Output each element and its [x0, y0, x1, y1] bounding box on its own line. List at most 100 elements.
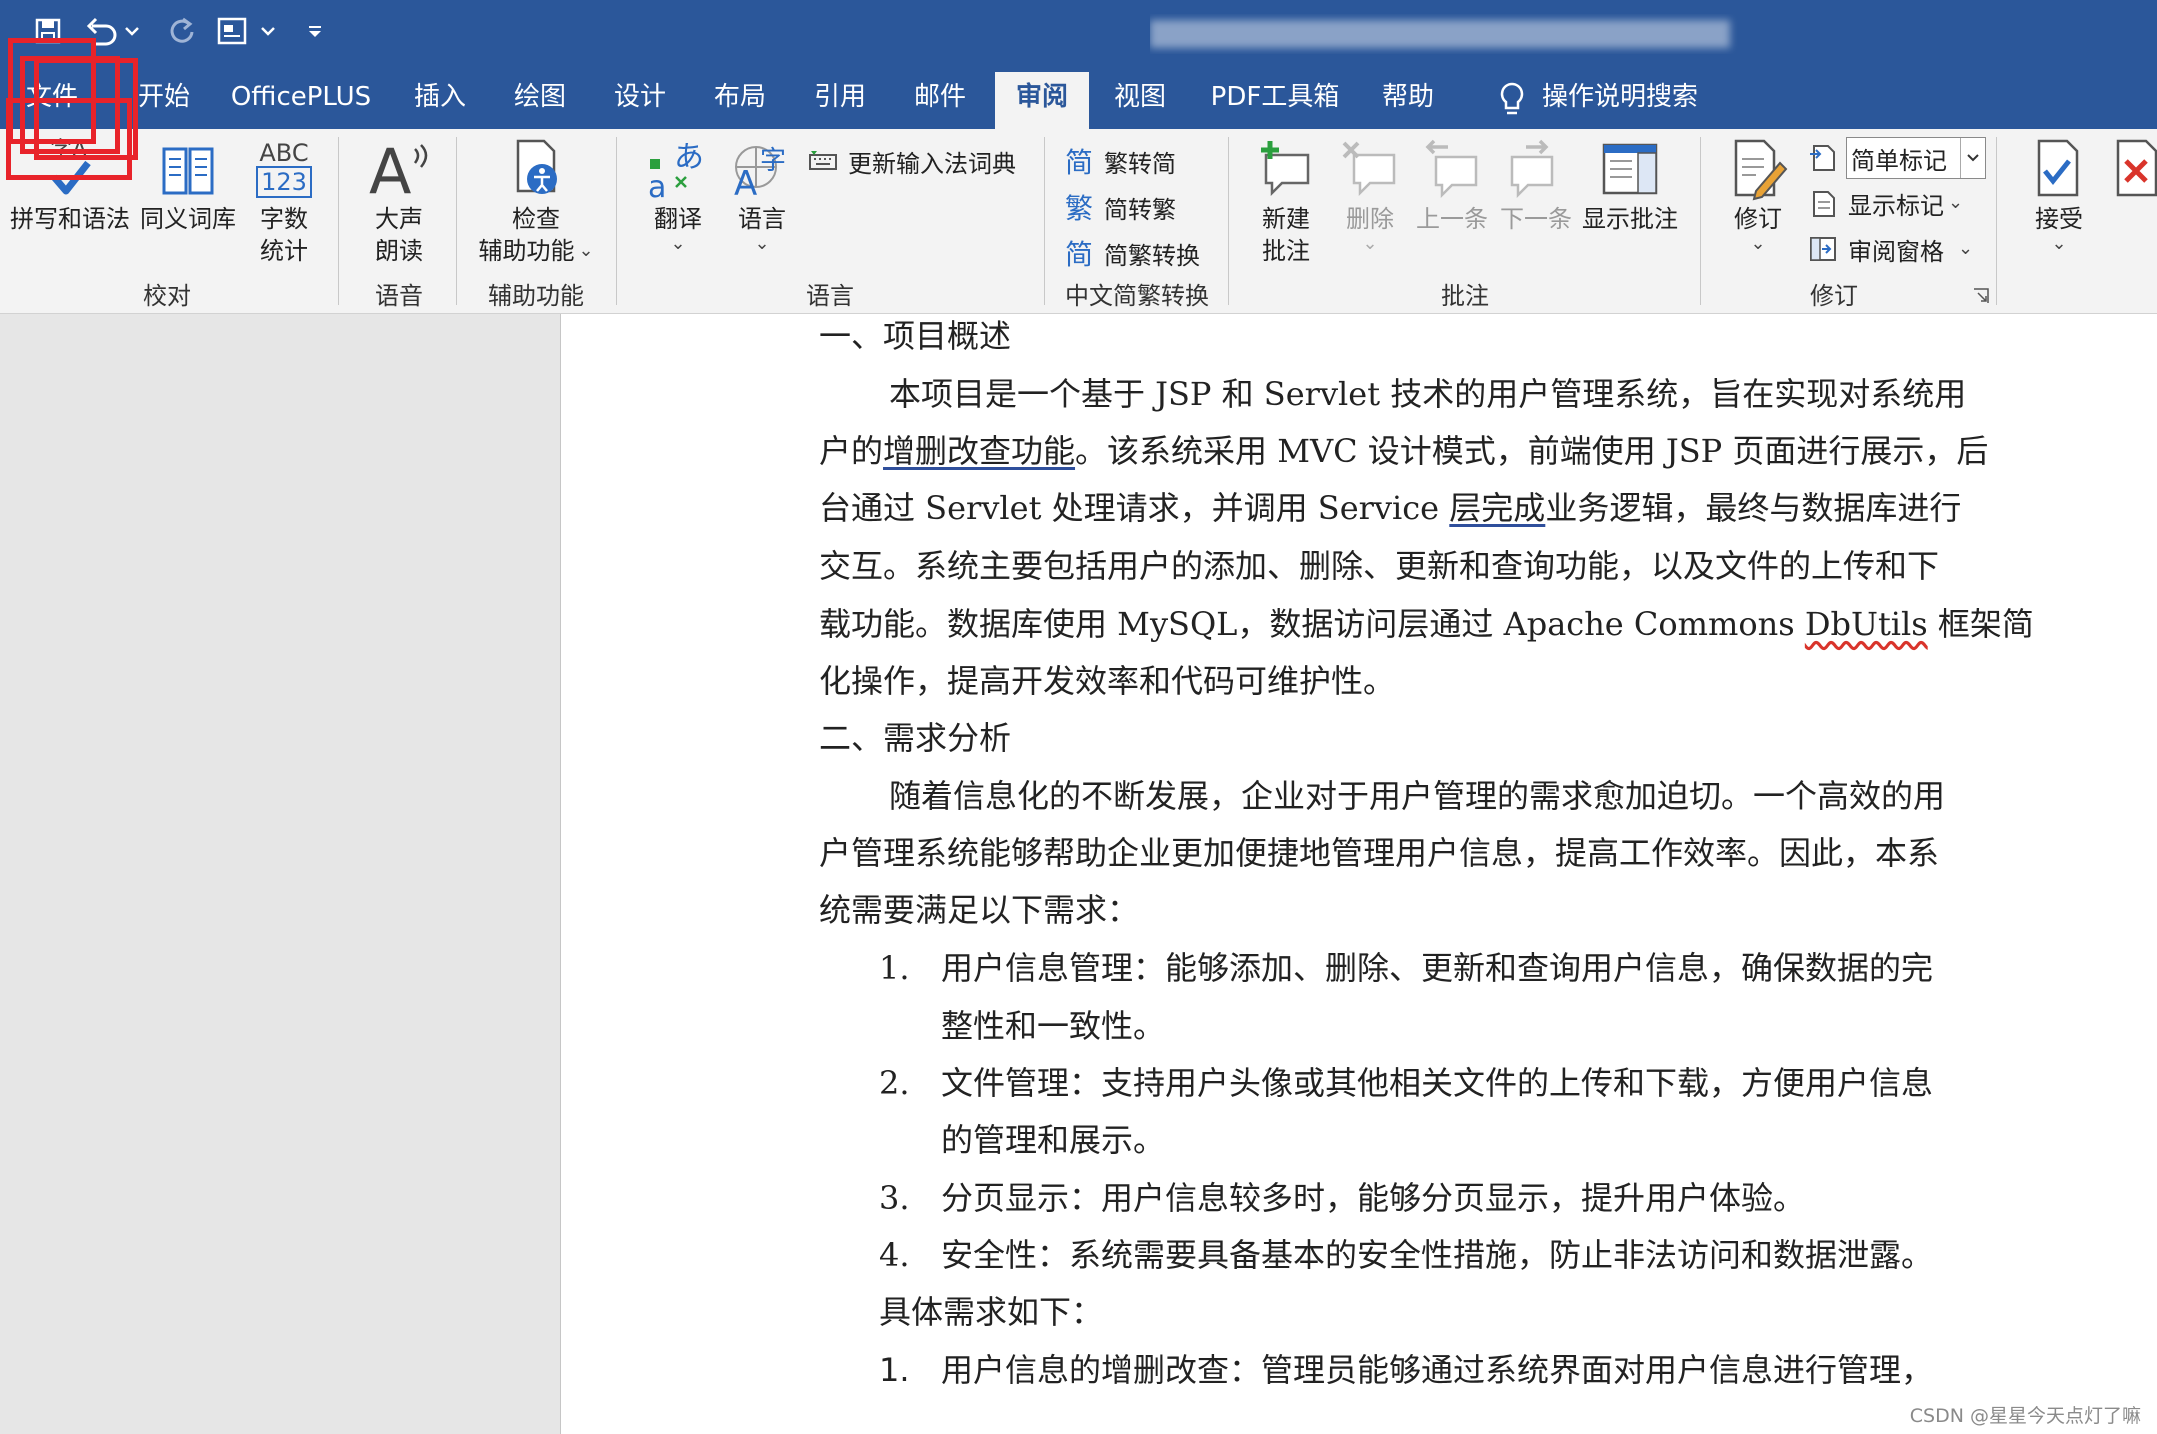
track-label: 修订	[1734, 205, 1782, 233]
chevron-down-icon: ⌄	[1750, 233, 1766, 254]
next-label: 下一条	[1500, 205, 1572, 233]
spelling-error-text[interactable]: DbUtils	[1805, 605, 1928, 643]
word-count-icon-123: 123	[256, 166, 312, 198]
accept-label: 接受	[2035, 205, 2083, 233]
simplified-to-traditional-button[interactable]: 繁 简转繁	[1062, 187, 1176, 227]
svg-text:A: A	[369, 137, 411, 201]
update-ime-dictionary-button[interactable]: 更新输入法词典	[806, 141, 1016, 181]
document-canvas[interactable]: 一、项目概述 本项目是一个基于 JSP 和 Servlet 技术的用户管理系统，…	[0, 314, 2157, 1434]
tab-officeplus[interactable]: OfficePLUS	[226, 72, 376, 129]
accept-button[interactable]: 接受 ⌄	[2014, 135, 2104, 253]
paragraph-line: 统需要满足以下需求：	[819, 891, 1140, 929]
chinese-conversion-button[interactable]: 简 简繁转换	[1062, 233, 1200, 273]
reject-icon	[2108, 135, 2157, 203]
tab-review[interactable]: 审阅	[995, 72, 1089, 129]
check-label-2: 辅助功能	[478, 237, 575, 265]
dialog-launcher-icon[interactable]	[1972, 287, 1990, 305]
show-markup-label: 显示标记	[1848, 191, 1944, 220]
tab-insert[interactable]: 插入	[398, 72, 482, 129]
previous-label: 上一条	[1416, 205, 1488, 233]
next-comment-button[interactable]: 下一条	[1494, 135, 1578, 235]
list-item-line: 用户信息的增删改查：管理员能够通过系统界面对用户信息进行管理，	[941, 1351, 1934, 1389]
svg-text:a: a	[648, 170, 666, 201]
paragraph-line: 户管理系统能够帮助企业更加便捷地管理用户信息，提高工作效率。因此，本系	[819, 834, 1940, 872]
group-chinese-conversion: 中文简繁转换	[1065, 282, 1209, 310]
tab-design[interactable]: 设计	[598, 72, 682, 129]
chevron-down-icon: ⌄	[2051, 233, 2067, 254]
convert-label: 简繁转换	[1104, 241, 1200, 270]
reviewing-pane-button[interactable]: 审阅窗格 ⌄	[1806, 229, 1973, 269]
translate-label: 翻译	[654, 205, 702, 233]
ribbon: 字A 拼写和语法 同义词库 ABC 123 字数 统计 校对 A 大声 朗读 语…	[0, 129, 2157, 314]
tell-me-search[interactable]: 操作说明搜索	[1540, 72, 1700, 129]
svg-text:A: A	[734, 164, 757, 201]
new-comment-label-1: 新建	[1262, 205, 1310, 233]
annotation-highlight-box	[6, 98, 132, 180]
list-number: 1.	[879, 1351, 910, 1389]
tab-view[interactable]: 视图	[1098, 72, 1182, 129]
chevron-down-icon	[1960, 138, 1985, 178]
language-globe-icon: A字	[730, 135, 794, 203]
traditional-to-simplified-button[interactable]: 简 繁转简	[1062, 141, 1176, 181]
customize-icon[interactable]	[302, 8, 328, 54]
list-item-line: 文件管理：支持用户头像或其他相关文件的上传和下载，方便用户信息	[941, 1064, 1934, 1102]
tab-pdf-tools[interactable]: PDF工具箱	[1200, 72, 1350, 129]
word-count-button[interactable]: ABC 123 字数 统计	[240, 135, 328, 267]
document-page[interactable]: 一、项目概述 本项目是一个基于 JSP 和 Servlet 技术的用户管理系统，…	[560, 314, 2157, 1434]
group-separator	[1996, 137, 1997, 305]
check-accessibility-button[interactable]: 检查 辅助功能 ⌄	[466, 135, 606, 267]
show-markup-button[interactable]: 显示标记 ⌄	[1806, 183, 1963, 223]
show-comments-button[interactable]: 显示批注	[1578, 135, 1682, 235]
thesaurus-button[interactable]: 同义词库	[136, 135, 240, 235]
text-run: 台通过 Servlet 处理请求，并调用 Service	[819, 489, 1450, 527]
tab-mailings[interactable]: 邮件	[898, 72, 982, 129]
show-markup-icon	[1806, 186, 1840, 220]
chevron-down-icon: ⌄	[1362, 233, 1378, 254]
markup-select[interactable]: 简单标记	[1846, 137, 1986, 179]
group-separator	[1044, 137, 1045, 305]
read-aloud-icon: A	[367, 135, 431, 203]
new-comment-button[interactable]: 新建 批注	[1244, 135, 1328, 267]
track-changes-icon	[1728, 135, 1788, 203]
list-item-line: 安全性：系统需要具备基本的安全性措施，防止非法访问和数据泄露。	[941, 1236, 1934, 1274]
group-speech: 语音	[375, 282, 423, 310]
paragraph-line: 台通过 Servlet 处理请求，并调用 Service 层完成业务逻辑，最终与…	[819, 486, 1961, 530]
traditional-to-simplified-icon: 简	[1064, 146, 1093, 179]
tab-draw[interactable]: 绘图	[498, 72, 582, 129]
markup-select-value: 简单标记	[1851, 146, 1947, 175]
tab-layout[interactable]: 布局	[698, 72, 782, 129]
heading-project-overview: 一、项目概述	[819, 317, 1012, 355]
text-run: 业务逻辑，最终与数据库进行	[1545, 489, 1962, 527]
language-button[interactable]: A字 语言 ⌄	[720, 135, 804, 253]
list-item-line: 用户信息管理：能够添加、删除、更新和查询用户信息，确保数据的完	[941, 949, 1934, 987]
update-ime-label: 更新输入法词典	[848, 149, 1016, 178]
delete-comment-button[interactable]: 删除 ⌄	[1328, 135, 1412, 253]
previous-comment-button[interactable]: 上一条	[1410, 135, 1494, 235]
chevron-down-icon: ⌄	[1948, 192, 1964, 213]
word-count-label-1: 字数	[260, 205, 308, 233]
read-mode-icon[interactable]	[214, 8, 282, 54]
revision-underline-text[interactable]: 增删改查功能	[883, 432, 1075, 470]
translate-button[interactable]: aあ 翻译 ⌄	[636, 135, 720, 253]
read-aloud-label-2: 朗读	[375, 237, 423, 265]
read-aloud-button[interactable]: A 大声 朗读	[350, 135, 448, 267]
paragraph-line: 本项目是一个基于 JSP 和 Servlet 技术的用户管理系统，旨在实现对系统…	[889, 375, 1967, 413]
list-item-line: 分页显示：用户信息较多时，能够分页显示，提升用户体验。	[941, 1179, 1806, 1217]
tab-help[interactable]: 帮助	[1366, 72, 1450, 129]
accessibility-check-icon	[506, 135, 566, 203]
track-changes-button[interactable]: 修订 ⌄	[1716, 135, 1800, 253]
new-comment-label-2: 批注	[1262, 237, 1310, 265]
lightbulb-icon[interactable]	[1488, 72, 1536, 129]
thesaurus-book-icon	[158, 135, 218, 203]
language-label: 语言	[738, 205, 786, 233]
revision-underline-text[interactable]: 层完成	[1449, 489, 1545, 527]
word-count-icon-abc: ABC	[259, 139, 309, 167]
display-for-review-icon	[1806, 140, 1840, 174]
redo-icon[interactable]	[162, 8, 202, 54]
tab-references[interactable]: 引用	[798, 72, 882, 129]
list-number: 1.	[879, 949, 910, 987]
paragraph-line: 户的增删改查功能。该系统采用 MVC 设计模式，前端使用 JSP 页面进行展示，…	[819, 429, 1988, 473]
previous-comment-icon	[1422, 135, 1482, 203]
reject-button[interactable]	[2108, 135, 2157, 203]
check-label-1: 检查	[512, 205, 560, 233]
